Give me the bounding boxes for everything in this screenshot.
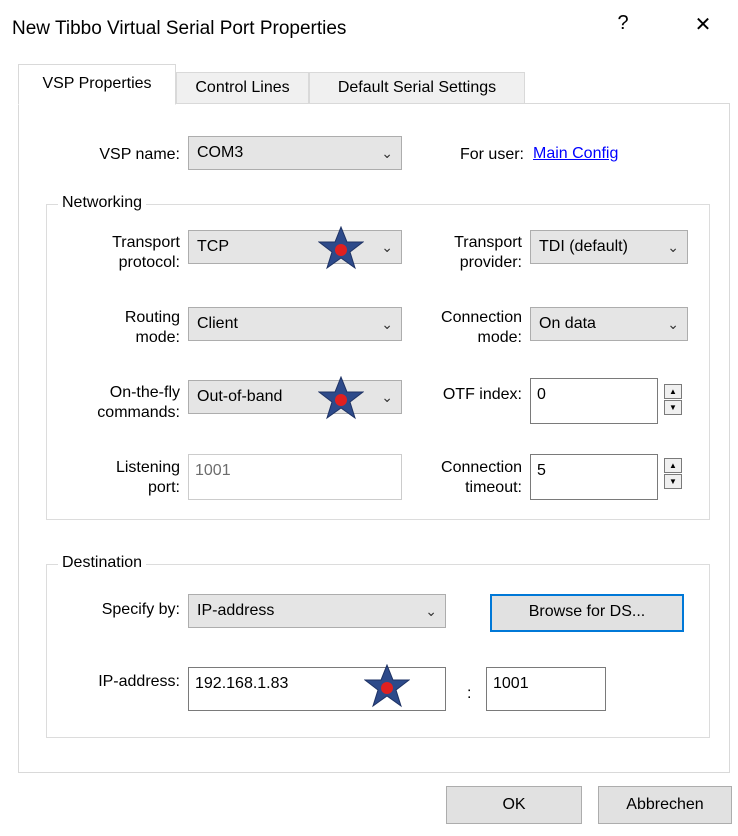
specify-by-label: Specify by: [101,601,180,618]
triangle-down-icon[interactable]: ▼ [664,400,682,415]
chevron-down-icon: ⌄ [667,239,679,255]
connection-mode-label: Connection mode: [441,309,522,346]
port-separator: : [467,685,472,702]
triangle-up-icon[interactable]: ▲ [664,458,682,473]
otf-commands-select[interactable]: Out-of-band ⌄ [188,380,402,414]
triangle-up-icon[interactable]: ▲ [664,384,682,399]
star-marker-icon [364,664,410,708]
listening-port-label: Listening port: [115,459,180,496]
star-marker-icon [318,226,364,270]
otf-commands-label: On-the-fly commands: [97,384,180,421]
transport-protocol-label: Transport protocol: [112,234,180,271]
otf-index-input[interactable]: 0 [530,378,658,424]
networking-legend: Networking [58,194,147,212]
for-user-label: For user: [459,146,524,163]
transport-provider-value: TDI (default) [539,238,628,255]
destination-legend: Destination [58,554,147,572]
specify-by-select[interactable]: IP-address ⌄ [188,594,446,628]
specify-by-value: IP-address [197,602,275,619]
vsp-name-select[interactable]: COM3 ⌄ [188,136,402,170]
connection-mode-select[interactable]: On data ⌄ [530,307,688,341]
chevron-down-icon: ⌄ [381,239,393,255]
chevron-down-icon: ⌄ [381,145,393,161]
vsp-name-label: VSP name: [99,146,180,163]
cancel-button[interactable]: Abbrechen [598,786,732,824]
window-title: New Tibbo Virtual Serial Port Properties [12,18,347,39]
triangle-down-icon[interactable]: ▼ [664,474,682,489]
routing-mode-value: Client [197,315,238,332]
listening-port-input[interactable]: 1001 [188,454,402,500]
vsp-name-value: COM3 [197,144,244,161]
destination-group [46,564,710,738]
routing-mode-select[interactable]: Client ⌄ [188,307,402,341]
connection-timeout-label: Connection timeout: [441,459,522,496]
user-link[interactable]: Main Config [533,145,618,163]
chevron-down-icon: ⌄ [381,389,393,405]
routing-mode-label: Routing mode: [124,309,180,346]
otf-index-label: OTF index: [442,386,522,403]
chevron-down-icon: ⌄ [667,316,679,332]
browse-ds-button[interactable]: Browse for DS... [490,594,684,632]
tab-default-serial-settings[interactable]: Default Serial Settings [309,72,525,104]
ok-button[interactable]: OK [446,786,582,824]
close-button[interactable]: ✕ [688,12,718,37]
tab-strip: VSP Properties Control Lines Default Ser… [18,64,738,105]
ip-address-label: IP-address: [98,673,180,690]
otf-commands-value: Out-of-band [197,388,283,405]
transport-provider-select[interactable]: TDI (default) ⌄ [530,230,688,264]
transport-protocol-value: TCP [197,238,229,255]
star-marker-icon [318,376,364,420]
chevron-down-icon: ⌄ [381,316,393,332]
chevron-down-icon: ⌄ [425,603,437,619]
connection-mode-value: On data [539,315,596,332]
help-button[interactable]: ? [608,12,638,35]
connection-timeout-input[interactable]: 5 [530,454,658,500]
tab-control-lines[interactable]: Control Lines [176,72,309,104]
tab-vsp-properties[interactable]: VSP Properties [18,64,176,105]
transport-provider-label: Transport provider: [454,234,522,271]
transport-protocol-select[interactable]: TCP ⌄ [188,230,402,264]
destination-port-input[interactable]: 1001 [486,667,606,711]
